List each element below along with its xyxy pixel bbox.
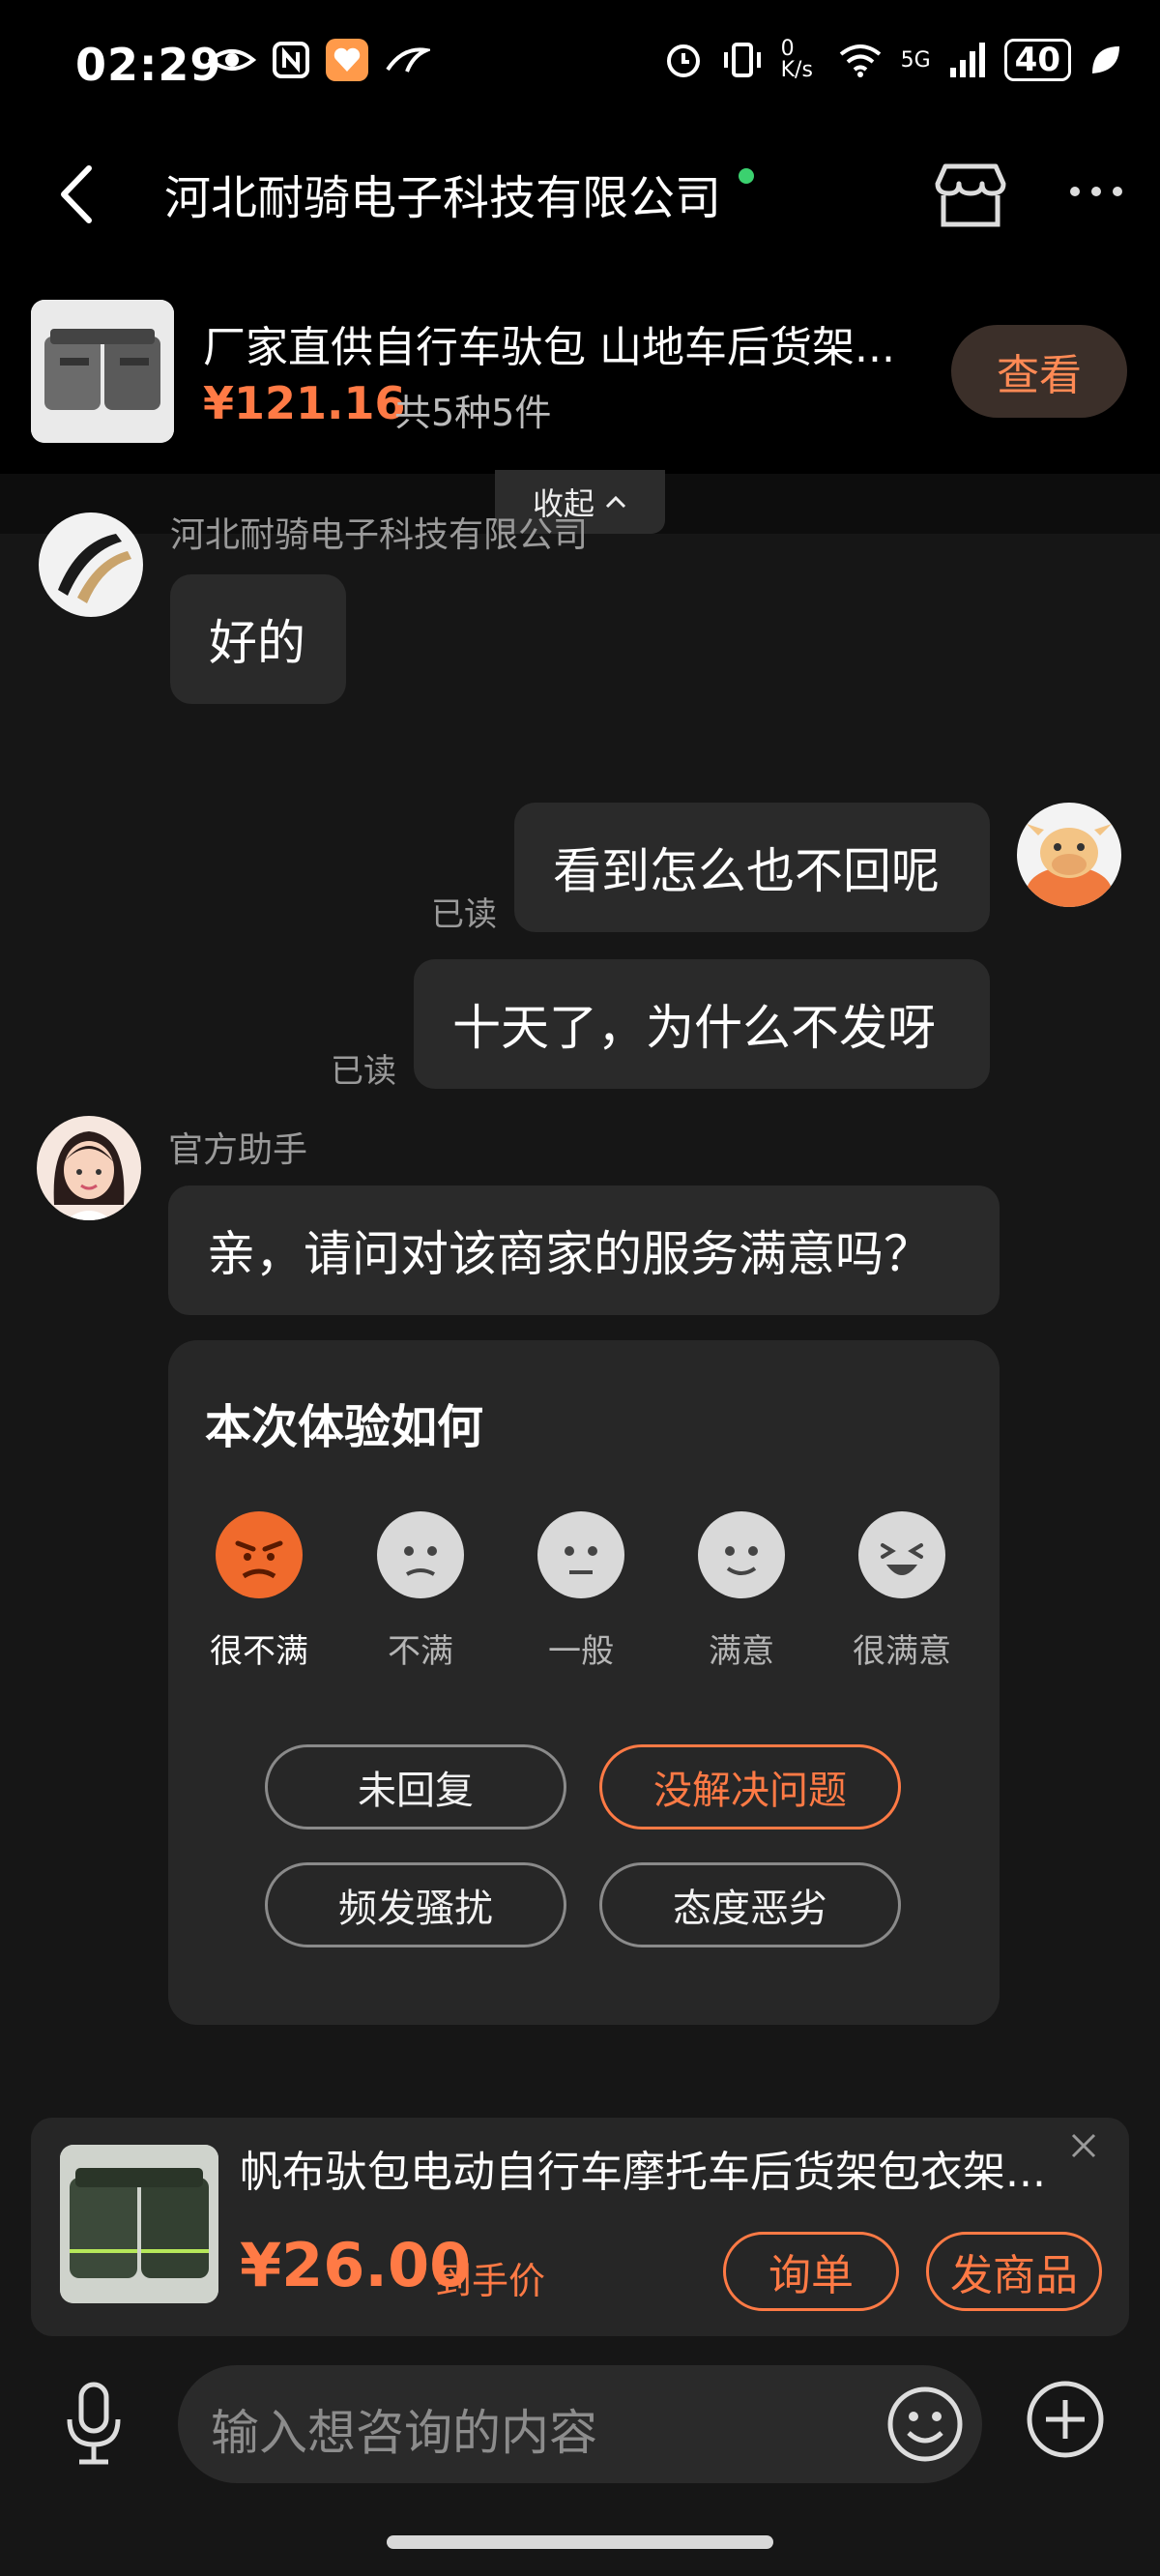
rating-very-satisfied[interactable] [857,1510,946,1603]
home-indicator[interactable] [387,2535,773,2549]
laughing-face-icon [858,1511,945,1598]
rating-neutral[interactable] [536,1510,625,1603]
read-status: 已读 [431,895,497,934]
more-icon[interactable] [1069,184,1123,199]
input-placeholder: 输入想咨询的内容 [211,2405,597,2461]
sender-name: 河北耐骑电子科技有限公司 [170,515,589,555]
vibrate-icon [723,43,761,77]
price-label: 到手价 [435,2260,546,2302]
chevron-up-icon [605,495,626,509]
cow-avatar-image [1017,803,1121,907]
status-time: 02:29 [75,39,222,91]
rating-satisfied[interactable] [697,1510,786,1603]
online-status-dot [739,168,754,184]
shop-logo-image [39,512,143,617]
signal-icon [949,43,985,77]
rating-very-dissatisfied[interactable] [215,1510,304,1603]
status-left-icons [208,39,430,81]
network-speed: 0 K/s [780,37,813,82]
alarm-icon [666,44,700,77]
smile-face-icon [698,1511,785,1598]
survey-title: 本次体验如何 [205,1400,484,1454]
rating-label: 很满意 [853,1632,951,1671]
message-bubble: 好的 [170,574,346,704]
microphone-icon[interactable] [60,2381,128,2468]
signal-label: 5G [900,47,931,73]
option-no-reply[interactable]: 未回复 [265,1744,566,1830]
nfc-icon [273,42,309,78]
product-thumbnail[interactable] [31,300,174,443]
girl-avatar-image [37,1116,141,1220]
user-avatar[interactable] [1017,803,1121,907]
saddlebag-image [31,300,174,443]
wifi-icon [839,44,881,77]
shop-avatar[interactable] [39,512,143,617]
status-right-icons: 0 K/s 5G 40 [663,39,1121,81]
message-bubble: 十天了，为什么不发呀 [414,959,990,1089]
product-title[interactable]: 厂家直供自行车驮包 山地车后货架... [203,312,918,374]
inquiry-button[interactable]: 询单 [723,2232,899,2311]
canvas-bag-image [60,2145,218,2303]
assistant-avatar[interactable] [37,1116,141,1220]
leaf-icon [1092,46,1119,73]
option-unresolved[interactable]: 没解决问题 [599,1744,901,1830]
rating-dissatisfied[interactable] [376,1510,465,1603]
neutral-face-icon [537,1511,624,1598]
emoji-icon[interactable] [885,2385,965,2464]
shop-title: 河北耐骑电子科技有限公司 [164,171,722,225]
read-status: 已读 [331,1052,396,1091]
back-arrow-icon[interactable] [56,164,95,224]
view-button[interactable]: 查看 [951,325,1127,418]
rating-label: 一般 [548,1632,614,1671]
send-product-button[interactable]: 发商品 [926,2232,1102,2311]
option-harassment[interactable]: 频发骚扰 [265,1862,566,1947]
bird-icon [386,47,430,73]
plus-icon[interactable] [1025,2379,1106,2460]
option-bad-attitude[interactable]: 态度恶劣 [599,1862,901,1947]
rating-label: 不满 [388,1632,453,1671]
close-icon[interactable] [1069,2125,1098,2170]
product-count: 共5种5件 [394,392,552,434]
eye-icon [208,49,256,71]
sad-face-icon [377,1511,464,1598]
rating-label: 满意 [709,1632,774,1671]
recommended-product-title[interactable]: 帆布驮包电动自行车摩托车后货架包衣架... [240,2137,1071,2199]
sender-name: 官方助手 [168,1130,308,1170]
message-bubble: 看到怎么也不回呢 [514,803,990,932]
store-icon[interactable] [932,161,1009,230]
message-bubble: 亲，请问对该商家的服务满意吗？ [168,1186,1000,1315]
recommended-product-thumbnail[interactable] [60,2145,218,2303]
battery-indicator: 40 [1003,39,1071,81]
angry-face-icon [216,1511,303,1598]
rating-label: 很不满 [210,1632,308,1671]
product-price: ¥121.16 [203,377,406,429]
app-heart-icon [326,39,368,81]
